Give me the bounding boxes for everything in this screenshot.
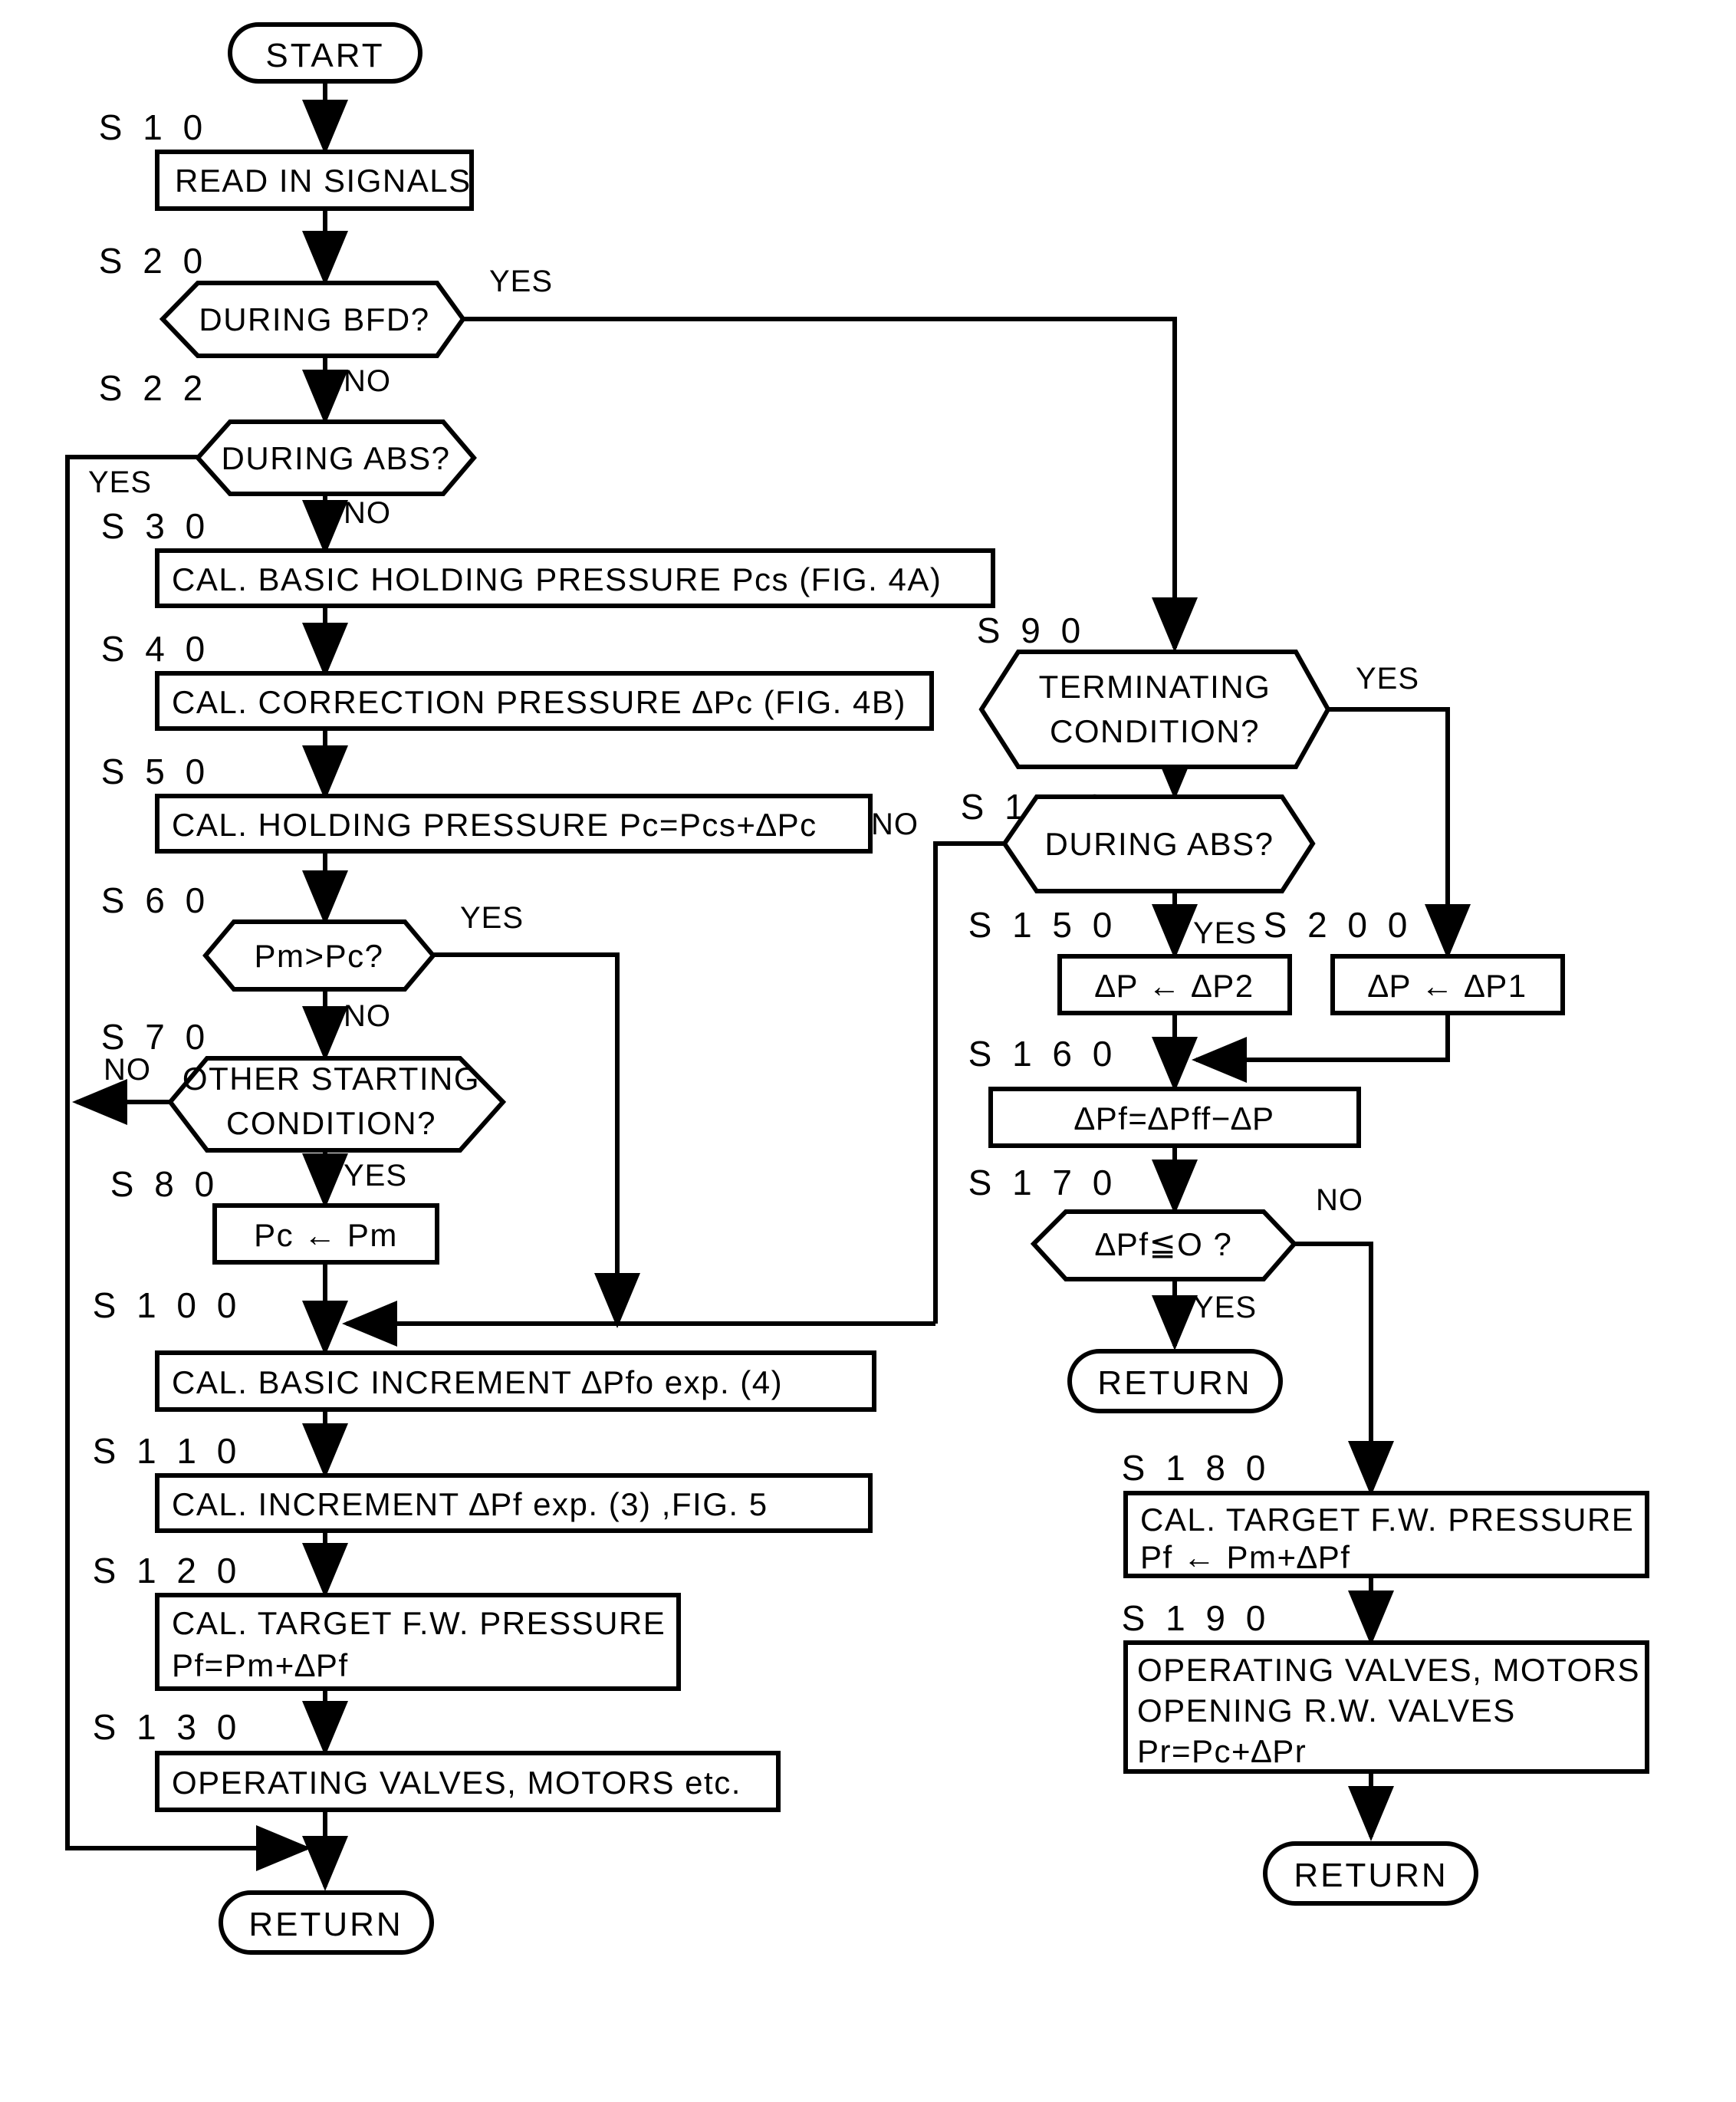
node-s190-line1: OPERATING VALVES, MOTORS: [1137, 1652, 1640, 1688]
edge-label-s20-yes: YES: [489, 265, 553, 298]
edge-label-s170-no: NO: [1316, 1183, 1363, 1217]
node-s90-line1: TERMINATING: [1039, 669, 1271, 705]
flowchart-canvas: START S 1 0 READ IN SIGNALS S 2 0 DURING…: [0, 0, 1736, 2102]
node-s70-line2: CONDITION?: [226, 1105, 436, 1141]
node-s60-line1: Pm>Pc?: [255, 938, 384, 974]
node-s30: S 3 0 CAL. BASIC HOLDING PRESSURE Pcs (F…: [101, 506, 995, 608]
edge-label-s70-yes: YES: [344, 1159, 407, 1192]
node-return-left: RETURN: [219, 1890, 434, 1955]
node-s180: S 1 8 0 CAL. TARGET F.W. PRESSURE Pf ← P…: [1122, 1448, 1649, 1578]
node-s50-line1: CAL. HOLDING PRESSURE Pc=Pcs+∆Pc: [172, 807, 817, 843]
step-label-s120: S 1 2 0: [93, 1551, 242, 1590]
node-s190: S 1 9 0 OPERATING VALVES, MOTORS OPENING…: [1122, 1598, 1649, 1774]
step-label-s180: S 1 8 0: [1122, 1448, 1271, 1488]
step-label-s10: S 1 0: [99, 107, 208, 147]
node-s22-line1: DURING ABS?: [222, 440, 451, 476]
edge-s170no-s180: [1294, 1242, 1394, 1496]
step-label-s130: S 1 3 0: [93, 1707, 242, 1747]
edge-label-s60-no: NO: [344, 999, 391, 1033]
edge-label-s170-yes: YES: [1193, 1291, 1257, 1324]
node-s50: S 5 0 CAL. HOLDING PRESSURE Pc=Pcs+∆Pc: [101, 752, 873, 854]
node-s140-line1: DURING ABS?: [1045, 826, 1274, 862]
node-s170-line1: ∆Pf≦O ?: [1096, 1226, 1233, 1262]
node-start: START: [228, 22, 422, 84]
node-return-bottom-label: RETURN: [1294, 1857, 1448, 1894]
edge-label-s20-no: NO: [344, 364, 391, 398]
node-s10-line1: READ IN SIGNALS: [175, 163, 472, 199]
node-s120: S 1 2 0 CAL. TARGET F.W. PRESSURE Pf=Pm+…: [93, 1551, 681, 1691]
node-s120-line2: Pf=Pm+∆Pf: [172, 1647, 349, 1683]
node-s90-line2: CONDITION?: [1050, 713, 1260, 749]
node-s10: S 1 0 READ IN SIGNALS: [99, 107, 474, 211]
node-s200-line1: ∆P ← ∆P1: [1368, 968, 1527, 1004]
node-s80-line1: Pc ← Pm: [254, 1217, 398, 1253]
node-return-bottom: RETURN: [1263, 1841, 1478, 1906]
node-s160-line1: ∆Pf=∆Pff−∆P: [1075, 1100, 1275, 1137]
step-label-s170: S 1 7 0: [968, 1163, 1118, 1202]
step-label-s190: S 1 9 0: [1122, 1598, 1271, 1638]
edge-label-s140-yes: YES: [1193, 916, 1257, 950]
node-return-left-label: RETURN: [248, 1906, 403, 1943]
step-label-s60: S 6 0: [101, 880, 210, 920]
step-label-s80: S 8 0: [110, 1164, 219, 1204]
node-s100: S 1 0 0 CAL. BASIC INCREMENT ∆Pfo exp. (…: [93, 1285, 876, 1412]
flowchart-svg: START S 1 0 READ IN SIGNALS S 2 0 DURING…: [65, 22, 1649, 1955]
edge-label-s140-no: NO: [871, 808, 919, 841]
step-label-s50: S 5 0: [101, 752, 210, 791]
node-s70-line1: OTHER STARTING: [182, 1061, 480, 1097]
edge-label-s90-yes: YES: [1356, 662, 1419, 696]
node-s120-line1: CAL. TARGET F.W. PRESSURE: [172, 1605, 666, 1641]
edge-label-s22-no: NO: [344, 496, 391, 530]
node-s100-line1: CAL. BASIC INCREMENT ∆Pfo exp. (4): [172, 1364, 783, 1400]
node-s110: S 1 1 0 CAL. INCREMENT ∆Pf exp. (3) ,FIG…: [93, 1431, 873, 1533]
node-s130-line1: OPERATING VALVES, MOTORS etc.: [172, 1765, 741, 1801]
node-s180-line2: Pf ← Pm+∆Pf: [1140, 1539, 1350, 1575]
node-return-mid: RETURN: [1067, 1349, 1283, 1413]
node-s130: S 1 3 0 OPERATING VALVES, MOTORS etc.: [93, 1707, 781, 1812]
step-label-s160: S 1 6 0: [968, 1034, 1118, 1074]
step-label-s150: S 1 5 0: [968, 905, 1118, 945]
edge-s200-merge: [1192, 1013, 1450, 1083]
step-label-s100: S 1 0 0: [93, 1285, 242, 1325]
node-s40: S 4 0 CAL. CORRECTION PRESSURE ∆Pc (FIG.…: [101, 629, 934, 731]
step-label-s200: S 2 0 0: [1264, 905, 1413, 945]
node-s150-line1: ∆P ← ∆P2: [1095, 968, 1254, 1004]
edge-label-s22-yes: YES: [88, 465, 152, 499]
node-s190-line2: OPENING R.W. VALVES: [1137, 1692, 1516, 1729]
node-s20-line1: DURING BFD?: [199, 301, 429, 337]
node-s110-line1: CAL. INCREMENT ∆Pf exp. (3) ,FIG. 5: [172, 1486, 768, 1522]
node-s40-line1: CAL. CORRECTION PRESSURE ∆Pc (FIG. 4B): [172, 684, 906, 720]
node-s180-line1: CAL. TARGET F.W. PRESSURE: [1140, 1502, 1634, 1538]
node-s160: S 1 6 0 ∆Pf=∆Pff−∆P: [968, 1034, 1361, 1148]
step-label-s22: S 2 2: [99, 368, 208, 408]
step-label-s110: S 1 1 0: [93, 1431, 242, 1471]
node-start-label: START: [265, 37, 384, 74]
step-label-s70: S 7 0: [101, 1017, 210, 1057]
edge-label-s60-yes: YES: [460, 901, 524, 935]
step-label-s40: S 4 0: [101, 629, 210, 669]
node-s190-line3: Pr=Pc+∆Pr: [1137, 1733, 1307, 1769]
node-s200: S 2 0 0 ∆P ← ∆P1: [1264, 905, 1565, 1015]
step-label-s30: S 3 0: [101, 506, 210, 546]
node-s30-line1: CAL. BASIC HOLDING PRESSURE Pcs (FIG. 4A…: [172, 561, 942, 597]
step-label-s20: S 2 0: [99, 241, 208, 281]
step-label-s90: S 9 0: [977, 610, 1086, 650]
node-return-mid-label: RETURN: [1097, 1364, 1251, 1402]
edge-label-s70-no: NO: [104, 1053, 151, 1087]
